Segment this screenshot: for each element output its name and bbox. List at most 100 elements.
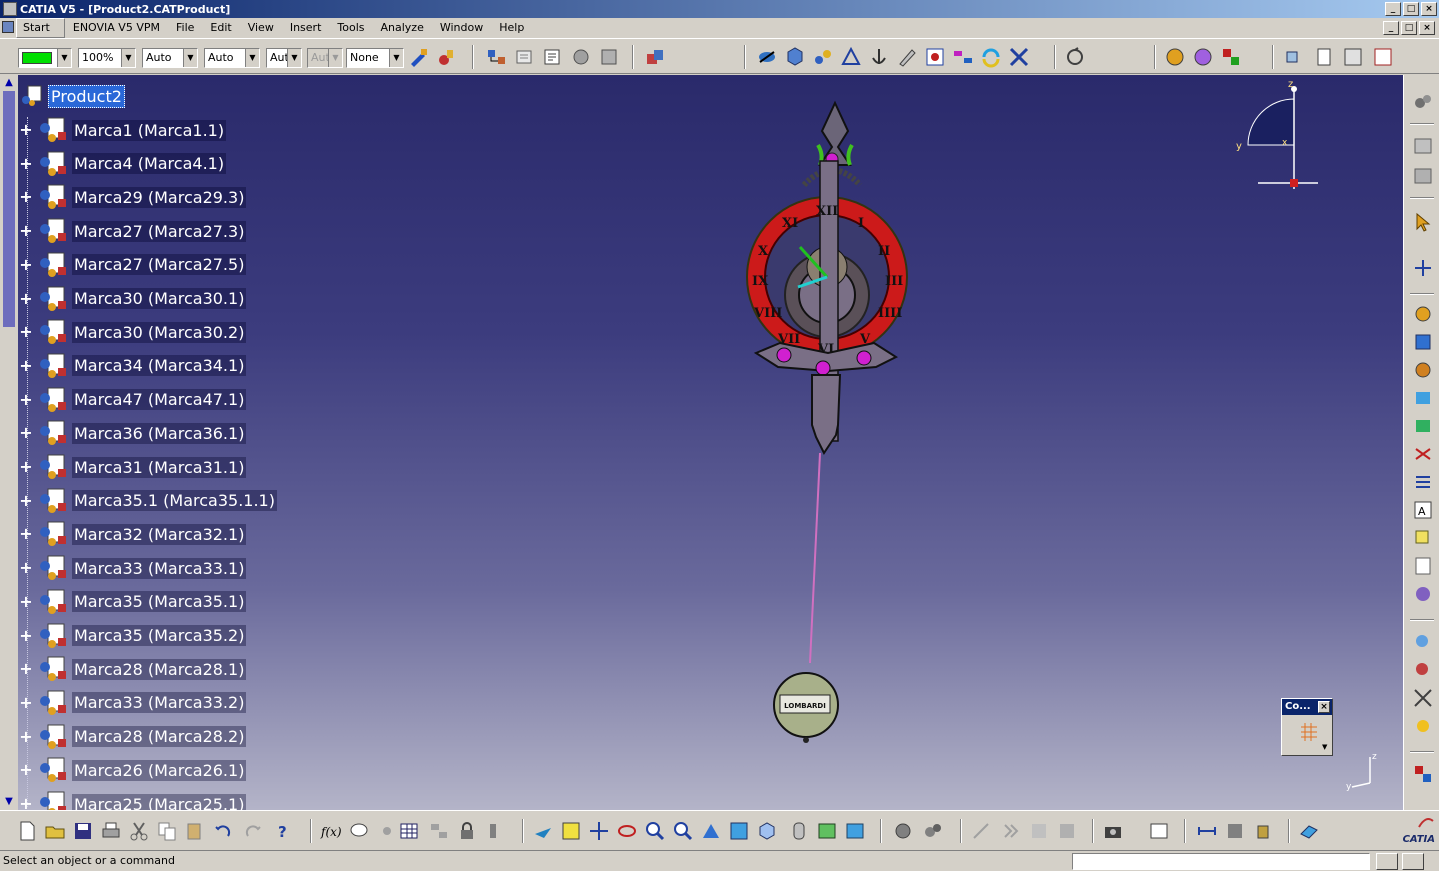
clash-analysis-icon[interactable]	[1412, 659, 1434, 681]
constraint-icon[interactable]	[924, 46, 946, 68]
menu-window[interactable]: Window	[432, 19, 491, 37]
shading-icon[interactable]	[788, 820, 810, 842]
anchor-icon[interactable]	[868, 46, 890, 68]
tree-node[interactable]: + Marca26 (Marca26.1)	[18, 757, 247, 783]
grid-icon[interactable]	[1298, 721, 1320, 743]
tree-scrollbar[interactable]: ▲ ▼	[0, 75, 18, 810]
component-gear-icon[interactable]	[1412, 303, 1434, 325]
painter-icon[interactable]	[408, 46, 430, 68]
clash-icon[interactable]	[840, 46, 862, 68]
knowledge-icon[interactable]	[376, 820, 398, 842]
fix-together-icon[interactable]	[952, 46, 974, 68]
scroll-thumb[interactable]	[3, 91, 15, 327]
open-folder-icon[interactable]	[44, 820, 66, 842]
swap-icon[interactable]	[1412, 443, 1434, 465]
constraint-list-icon[interactable]	[1412, 135, 1434, 157]
expand-plus-icon[interactable]: +	[18, 425, 34, 441]
pan-icon[interactable]	[588, 820, 610, 842]
command-button-2[interactable]	[1402, 853, 1424, 870]
measure-inertia-icon[interactable]	[1224, 820, 1246, 842]
expand-plus-icon[interactable]: +	[18, 256, 34, 273]
line-thickness-select[interactable]: Auto ▼	[142, 48, 198, 68]
clock-model[interactable]: XII I II III IIII V VI VII VIII IX X XI	[720, 95, 940, 755]
move-compass-icon[interactable]	[1412, 257, 1434, 279]
menu-analyze[interactable]: Analyze	[373, 19, 432, 37]
pencil-icon[interactable]	[896, 46, 918, 68]
product-structure-icon[interactable]	[486, 46, 508, 68]
save-icon[interactable]	[72, 820, 94, 842]
expand-plus-icon[interactable]: +	[18, 391, 34, 408]
weight-icon[interactable]	[1252, 820, 1274, 842]
expand-plus-icon[interactable]: +	[18, 122, 34, 138]
scroll-down-icon[interactable]: ▼	[2, 796, 16, 808]
scenes-icon[interactable]	[1342, 46, 1364, 68]
document-icon[interactable]	[2, 21, 14, 33]
measure-icon[interactable]	[1196, 820, 1218, 842]
parameters-icon[interactable]	[486, 820, 508, 842]
refresh-icon[interactable]	[1064, 46, 1086, 68]
sun-light-icon[interactable]	[1412, 715, 1434, 737]
tree-node[interactable]: + Marca36 (Marca36.1)	[18, 420, 247, 446]
doc-restore-button[interactable]: □	[1401, 21, 1417, 35]
dialog-close-button[interactable]: ×	[1318, 701, 1330, 713]
expand-plus-icon[interactable]: +	[18, 526, 34, 542]
command-button[interactable]	[1376, 853, 1398, 870]
expand-plus-icon[interactable]: +	[18, 155, 34, 172]
expand-plus-icon[interactable]: +	[18, 661, 34, 677]
properties-brush-icon[interactable]	[436, 46, 458, 68]
tree-node[interactable]: + Marca30 (Marca30.1)	[18, 286, 247, 312]
gear-icon[interactable]	[892, 820, 914, 842]
whats-this-icon[interactable]: ?	[274, 820, 296, 842]
tree-node[interactable]: + Marca47 (Marca47.1)	[18, 387, 247, 413]
tree-node[interactable]: + Marca4 (Marca4.1)	[18, 151, 227, 177]
tree-node[interactable]: + Marca28 (Marca28.1)	[18, 656, 247, 682]
compass-dialog[interactable]: Co... × ▼	[1281, 698, 1333, 756]
expand-plus-icon[interactable]: +	[18, 459, 34, 475]
new-component-icon[interactable]	[514, 46, 536, 68]
menu-insert[interactable]: Insert	[282, 19, 330, 37]
line-type-select[interactable]: Auto ▼	[204, 48, 260, 68]
weld-icon[interactable]	[1412, 583, 1434, 605]
capture-icon[interactable]	[1148, 820, 1170, 842]
expand-plus-icon[interactable]: +	[18, 694, 34, 711]
minimize-button[interactable]: _	[1385, 2, 1401, 16]
graph-tree-icon[interactable]	[598, 46, 620, 68]
expand-plus-icon[interactable]: +	[18, 357, 34, 374]
expand-plus-icon[interactable]: +	[18, 223, 34, 239]
expand-plus-icon[interactable]: +	[18, 560, 34, 576]
transparency-select[interactable]: 100% ▼	[78, 48, 136, 68]
gears-pair-icon[interactable]	[922, 820, 944, 842]
layer-filter-icon[interactable]	[1298, 820, 1320, 842]
color-select[interactable]: ▼	[18, 48, 72, 68]
analysis-icon[interactable]	[1412, 631, 1434, 653]
rotate-icon[interactable]	[616, 820, 638, 842]
camera-icon[interactable]	[1102, 820, 1124, 842]
tree-node[interactable]: + Marca31 (Marca31.1)	[18, 454, 247, 480]
catalog-browser-icon[interactable]	[644, 46, 666, 68]
table-icon[interactable]	[398, 820, 420, 842]
tree-root-node[interactable]: Product2	[20, 83, 125, 109]
flag-note-icon[interactable]	[1412, 527, 1434, 549]
design-table-icon[interactable]	[428, 820, 450, 842]
tree-node[interactable]: + Marca35.1 (Marca35.1.1)	[18, 488, 277, 514]
space-analysis-icon[interactable]	[1164, 46, 1186, 68]
manipulation-icon[interactable]	[756, 46, 778, 68]
formula-icon[interactable]: f(x)	[320, 820, 342, 842]
lock-icon[interactable]	[456, 820, 478, 842]
menu-enovia[interactable]: ENOVIA V5 VPM	[65, 19, 168, 37]
doc-close-button[interactable]: ×	[1419, 21, 1435, 35]
tree-node[interactable]: + Marca34 (Marca34.1)	[18, 353, 247, 379]
multi-view-icon[interactable]	[728, 820, 750, 842]
zoom-out-icon[interactable]	[672, 820, 694, 842]
tree-node[interactable]: + Marca35 (Marca35.2)	[18, 623, 247, 649]
tree-node[interactable]: + Marca35 (Marca35.1)	[18, 589, 247, 615]
reuse-pattern-icon[interactable]	[1008, 46, 1030, 68]
expand-plus-icon[interactable]: +	[18, 627, 34, 644]
menu-tools[interactable]: Tools	[329, 19, 372, 37]
menu-help[interactable]: Help	[491, 19, 532, 37]
zoom-in-icon[interactable]	[644, 820, 666, 842]
distance-analysis-icon[interactable]	[1220, 46, 1242, 68]
insert-component-icon[interactable]	[1412, 387, 1434, 409]
bom-icon[interactable]	[1412, 555, 1434, 577]
component-blue-icon[interactable]	[1412, 331, 1434, 353]
